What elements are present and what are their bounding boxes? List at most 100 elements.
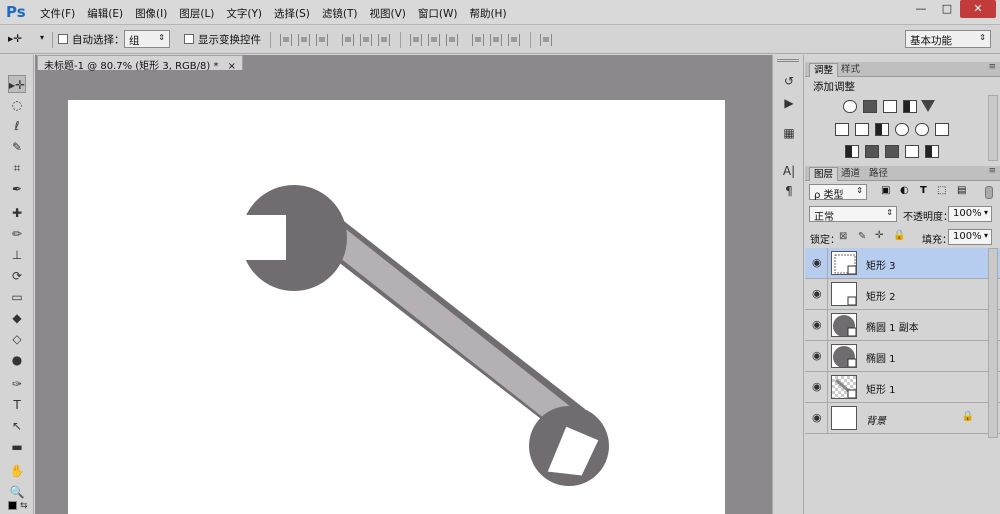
menu-filter[interactable]: 滤镜(T) — [316, 0, 364, 25]
actions-play-icon[interactable]: ▶ — [781, 95, 797, 111]
blend-mode-dropdown[interactable]: 正常 ⇕ — [809, 206, 897, 223]
visibility-eye-icon[interactable]: ◉ — [812, 411, 822, 424]
menu-window[interactable]: 窗口(W) — [412, 0, 464, 25]
chevron-down-icon[interactable]: ▾ — [40, 33, 44, 42]
filter-shape-icon[interactable]: ⬚ — [937, 185, 946, 196]
visibility-eye-icon[interactable]: ◉ — [812, 256, 822, 269]
paint-bucket-tool-icon[interactable]: ◆ — [8, 309, 26, 327]
lock-position-icon[interactable]: ✛ — [875, 230, 883, 241]
eyedropper-tool-icon[interactable]: ✒ — [8, 180, 26, 198]
invert-icon[interactable] — [845, 145, 859, 158]
tab-styles[interactable]: 样式 — [837, 63, 864, 77]
visibility-eye-icon[interactable]: ◉ — [812, 349, 822, 362]
lock-all-icon[interactable]: 🔒 — [893, 230, 905, 241]
brush-tool-icon[interactable]: ✏ — [8, 225, 26, 243]
posterize-icon[interactable] — [865, 145, 879, 158]
crop-tool-icon[interactable]: ⌗ — [8, 159, 26, 177]
channel-mixer-icon[interactable] — [915, 123, 929, 136]
close-button[interactable]: ✕ — [960, 0, 996, 18]
brightness-icon[interactable] — [843, 100, 857, 113]
layer-row[interactable]: ◉ 矩形 3 — [805, 248, 1000, 279]
panel-menu-icon[interactable]: ≡ — [988, 62, 996, 72]
selective-color-icon[interactable] — [905, 145, 919, 158]
color-lookup-icon[interactable] — [935, 123, 949, 136]
distribute-right-icon[interactable] — [508, 34, 520, 46]
filter-adjustment-icon[interactable]: ◐ — [900, 185, 909, 196]
paragraph-icon[interactable]: ¶ — [781, 183, 797, 199]
visibility-eye-icon[interactable]: ◉ — [812, 318, 822, 331]
menu-type[interactable]: 文字(Y) — [220, 0, 268, 25]
auto-select-checkbox[interactable]: 自动选择： — [58, 32, 125, 47]
filter-smart-object-icon[interactable]: ▤ — [957, 185, 966, 196]
show-transform-checkbox[interactable]: 显示变换控件 — [184, 32, 261, 47]
minimize-button[interactable]: — — [908, 0, 934, 18]
layer-row[interactable]: ◉ 椭圆 1 — [805, 341, 1000, 372]
rectangle-tool-icon[interactable]: ▬ — [8, 438, 26, 456]
photo-filter-icon[interactable] — [895, 123, 909, 136]
zoom-tool-icon[interactable]: 🔍 — [8, 483, 26, 501]
menu-help[interactable]: 帮助(H) — [463, 0, 512, 25]
menu-edit[interactable]: 编辑(E) — [81, 0, 129, 25]
close-tab-icon[interactable]: × — [228, 61, 236, 72]
tab-adjustments[interactable]: 调整 — [809, 63, 839, 77]
lock-transparency-icon[interactable]: ⊠ — [839, 231, 847, 242]
curves-icon[interactable] — [883, 100, 897, 113]
levels-icon[interactable] — [863, 100, 877, 113]
menu-file[interactable]: 文件(F) — [34, 0, 81, 25]
panel-menu-icon[interactable]: ≡ — [988, 166, 996, 176]
align-top-icon[interactable] — [280, 34, 292, 46]
path-select-tool-icon[interactable]: ↖ — [8, 417, 26, 435]
adjustments-scrollbar[interactable] — [988, 95, 998, 161]
distribute-hcenter-icon[interactable] — [490, 34, 502, 46]
eraser-tool-icon[interactable]: ▭ — [8, 288, 26, 306]
tab-paths[interactable]: 路径 — [865, 167, 892, 181]
layers-scrollbar[interactable] — [988, 248, 998, 438]
layer-filter-dropdown[interactable]: ρ 类型 ⇕ — [809, 184, 867, 201]
gradient-map-icon[interactable] — [925, 145, 939, 158]
auto-align-icon[interactable] — [540, 34, 552, 46]
black-white-icon[interactable] — [875, 123, 889, 136]
layer-row[interactable]: ◉ 椭圆 1 副本 — [805, 310, 1000, 341]
color-balance-icon[interactable] — [855, 123, 869, 136]
layer-row[interactable]: ◉ 背景 🔒 — [805, 403, 1000, 434]
hue-saturation-icon[interactable] — [835, 123, 849, 136]
align-bottom-icon[interactable] — [316, 34, 328, 46]
align-left-icon[interactable] — [342, 34, 354, 46]
menu-select[interactable]: 选择(S) — [268, 0, 316, 25]
history-icon[interactable]: ↺ — [781, 73, 797, 89]
blur-tool-icon[interactable]: ◇ — [8, 330, 26, 348]
layer-row[interactable]: ◉ 矩形 1 — [805, 372, 1000, 403]
character-icon[interactable]: A| — [781, 163, 797, 179]
menu-view[interactable]: 视图(V) — [363, 0, 411, 25]
tab-layers[interactable]: 图层 — [809, 167, 839, 181]
restore-button[interactable]: □ — [934, 0, 960, 18]
menu-image[interactable]: 图像(I) — [129, 0, 173, 25]
layer-row[interactable]: ◉ 矩形 2 — [805, 279, 1000, 310]
filter-toggle-switch[interactable] — [985, 186, 993, 199]
distribute-bottom-icon[interactable] — [446, 34, 458, 46]
align-right-icon[interactable] — [378, 34, 390, 46]
workspace-dropdown[interactable]: 基本功能 ⇕ — [905, 30, 991, 48]
distribute-left-icon[interactable] — [472, 34, 484, 46]
dock-grip[interactable] — [777, 59, 799, 62]
history-brush-tool-icon[interactable]: ⟳ — [8, 267, 26, 285]
lock-pixels-icon[interactable]: ✎ — [858, 231, 866, 242]
move-tool-preset[interactable]: ▸✛ — [8, 33, 22, 45]
opacity-field[interactable]: 100% ▾ — [948, 206, 992, 222]
quick-select-tool-icon[interactable]: ✎ — [8, 138, 26, 156]
foreground-color-swatch[interactable] — [8, 501, 17, 510]
canvas[interactable] — [68, 100, 725, 514]
move-tool-icon[interactable]: ▸✛ — [8, 75, 26, 93]
filter-pixel-icon[interactable]: ▣ — [881, 185, 890, 196]
distribute-vcenter-icon[interactable] — [428, 34, 440, 46]
filter-type-icon[interactable]: T — [920, 185, 927, 196]
marquee-tool-icon[interactable]: ◌ — [8, 96, 26, 114]
distribute-top-icon[interactable] — [410, 34, 422, 46]
lasso-tool-icon[interactable]: ℓ — [8, 117, 26, 135]
visibility-eye-icon[interactable]: ◉ — [812, 287, 822, 300]
align-vcenter-icon[interactable] — [298, 34, 310, 46]
align-hcenter-icon[interactable] — [360, 34, 372, 46]
type-tool-icon[interactable]: T — [8, 396, 26, 414]
threshold-icon[interactable] — [885, 145, 899, 158]
vibrance-icon[interactable] — [921, 100, 935, 112]
